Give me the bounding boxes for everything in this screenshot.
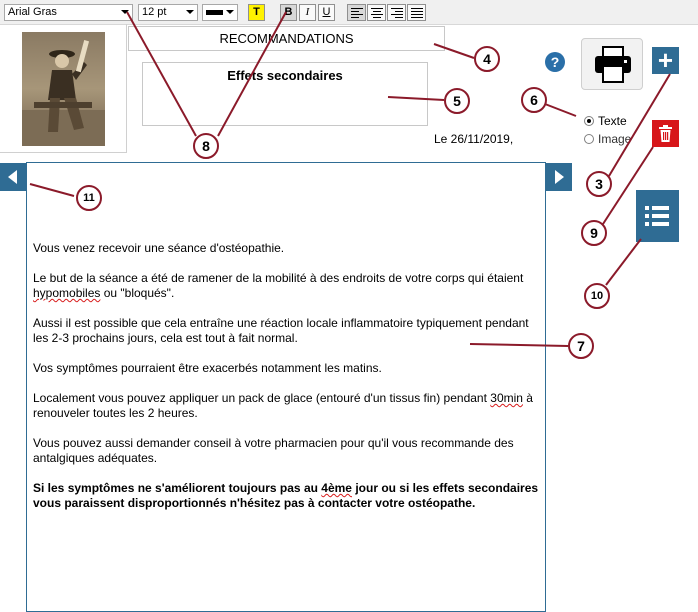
callout-number: 8	[202, 138, 210, 154]
callout-8: 8	[193, 133, 219, 159]
callout-number: 3	[595, 176, 603, 192]
callout-number: 7	[577, 338, 585, 354]
callout-5: 5	[444, 88, 470, 114]
callout-number: 11	[83, 192, 95, 204]
callout-number: 9	[590, 225, 598, 241]
callout-9: 9	[581, 220, 607, 246]
callout-number: 4	[483, 51, 491, 67]
callout-3: 3	[586, 171, 612, 197]
callout-7: 7	[568, 333, 594, 359]
callout-number: 6	[530, 92, 538, 108]
callout-11: 11	[76, 185, 102, 211]
callout-number: 10	[590, 290, 604, 302]
callout-10: 10	[584, 283, 610, 309]
callout-6: 6	[521, 87, 547, 113]
callout-number: 5	[453, 93, 461, 109]
callout-4: 4	[474, 46, 500, 72]
